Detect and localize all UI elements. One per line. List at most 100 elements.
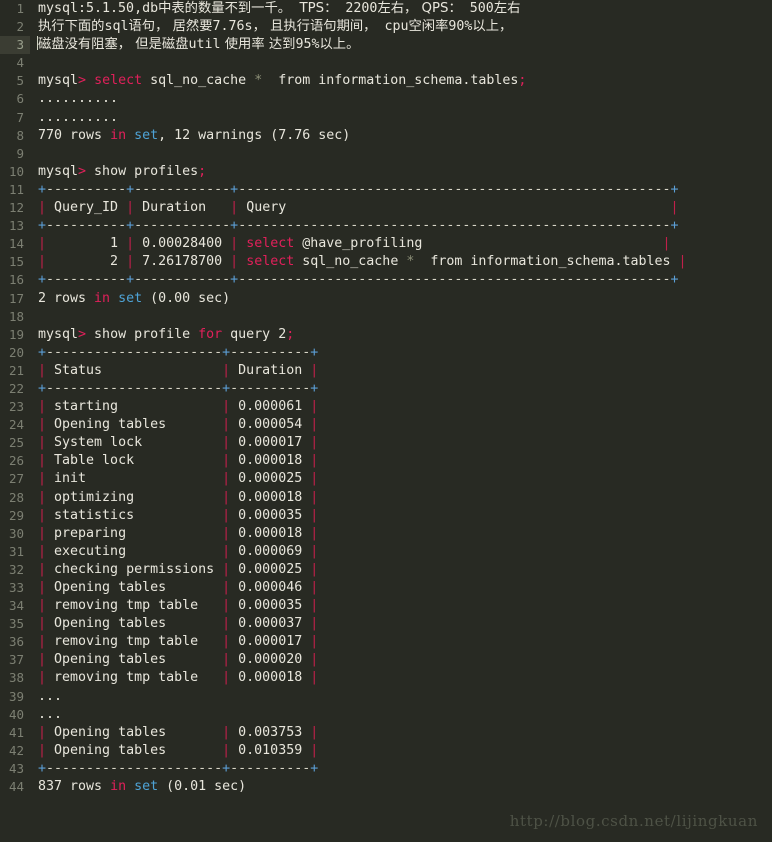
code-token: |: [222, 525, 231, 541]
editor-line[interactable]: 33 | Opening tables | 0.000046 |: [0, 579, 772, 598]
editor-line[interactable]: 16 +----------+------------+-------------…: [0, 271, 772, 290]
editor-line[interactable]: 21 | Status | Duration |: [0, 361, 772, 380]
editor-line[interactable]: 38 | removing tmp table | 0.000018 |: [0, 669, 772, 688]
code-token: |: [222, 362, 231, 378]
editor-line[interactable]: 20 +----------------------+----------+: [0, 343, 772, 362]
code-token: from information_schema.tables: [414, 254, 679, 270]
editor-line[interactable]: 17 2 rows in set (0.00 sec): [0, 289, 772, 308]
code-token: ------------: [134, 218, 231, 234]
code-token: ----------: [46, 181, 127, 197]
code-token: |: [310, 598, 319, 614]
editor-line[interactable]: 29 | statistics | 0.000035 |: [0, 506, 772, 525]
code-token: Status: [46, 362, 223, 378]
code-token: sql_no_cache: [142, 73, 255, 89]
editor-line[interactable]: 25 | System lock | 0.000017 |: [0, 434, 772, 453]
editor-line[interactable]: 13 +----------+------------+-------------…: [0, 217, 772, 236]
code-token: removing tmp table: [46, 634, 223, 650]
code-token: |: [38, 435, 47, 451]
code-token: |: [230, 200, 239, 216]
code-token: |: [310, 507, 319, 523]
editor-line[interactable]: 10 mysql> show profiles;: [0, 162, 772, 181]
line-content: ...: [30, 706, 772, 724]
code-token: 0.000025: [230, 471, 311, 487]
line-content: ...: [30, 688, 772, 706]
editor-line[interactable]: 14 | 1 | 0.00028400 | select @have_profil…: [0, 235, 772, 254]
code-token: ;: [518, 73, 527, 89]
line-content: | checking permissions | 0.000025 |: [30, 561, 772, 579]
editor-line[interactable]: 34 | removing tmp table | 0.000035 |: [0, 597, 772, 616]
editor-line[interactable]: 1 mysql:5.1.50,db中表的数量不到一千。 TPS： 2200左右， …: [0, 0, 772, 19]
editor-line[interactable]: 22 +----------------------+----------+: [0, 379, 772, 399]
code-token: Query_ID: [46, 200, 127, 216]
editor-line[interactable]: 9: [0, 144, 772, 163]
code-token: +: [310, 380, 319, 396]
editor-line[interactable]: 30 | preparing | 0.000018 |: [0, 524, 772, 543]
line-number: 30: [0, 524, 30, 543]
editor-line[interactable]: 44 837 rows in set (0.01 sec): [0, 778, 772, 797]
code-editor-pane[interactable]: 1 mysql:5.1.50,db中表的数量不到一千。 TPS： 2200左右， …: [0, 0, 772, 842]
editor-line[interactable]: 8 770 rows in set, 12 warnings (7.76 sec): [0, 126, 772, 145]
editor-line[interactable]: 18: [0, 307, 772, 326]
code-token: 左右: [493, 1, 521, 16]
code-token: statistics: [46, 507, 223, 523]
editor-line[interactable]: 19 mysql> show profile for query 2;: [0, 325, 772, 344]
editor-line[interactable]: 24 | Opening tables | 0.000054 |: [0, 416, 772, 435]
code-token: 空闲率: [408, 19, 449, 35]
code-token: 0.000018: [230, 489, 311, 505]
editor-line[interactable]: 39...: [0, 687, 772, 706]
code-token: |: [126, 236, 135, 252]
line-number: 20: [0, 343, 30, 362]
code-token: |: [222, 507, 231, 523]
code-token: starting: [46, 399, 223, 415]
editor-line[interactable]: 11 +----------+------------+-------------…: [0, 180, 772, 200]
code-token: Opening tables: [46, 580, 223, 595]
editor-line[interactable]: 2 执行下面的sql语句， 居然要7.76s， 且执行语句期间， cpu空闲率90…: [0, 18, 772, 37]
editor-line[interactable]: 4: [0, 54, 772, 73]
code-token: |: [38, 417, 47, 433]
editor-line[interactable]: 3 磁盘没有阻塞， 但是磁盘util 使用率 达到95%以上。: [0, 36, 772, 55]
editor-line[interactable]: 37 | Opening tables | 0.000020 |: [0, 651, 772, 670]
editor-line[interactable]: 28 | optimizing | 0.000018 |: [0, 488, 772, 507]
code-token: 0.000017: [230, 435, 311, 451]
editor-line[interactable]: 35 | Opening tables | 0.000037 |: [0, 615, 772, 634]
editor-line[interactable]: 12 | Query_ID | Duration | Query |: [0, 199, 772, 218]
code-token: +: [230, 181, 239, 197]
code-token: mysql:5.1.50,db: [38, 1, 159, 16]
editor-line[interactable]: 27 | init | 0.000025 |: [0, 470, 772, 489]
editor-line[interactable]: 5 mysql> select sql_no_cache * from infor…: [0, 72, 772, 91]
code-token: executing: [46, 543, 223, 559]
line-number: 28: [0, 488, 30, 507]
line-content: | preparing | 0.000018 |: [30, 525, 772, 543]
code-token: in: [94, 290, 111, 306]
code-token: +: [670, 272, 679, 288]
editor-line[interactable]: 7..........: [0, 108, 772, 127]
editor-line[interactable]: 42 | Opening tables | 0.010359 |: [0, 741, 772, 760]
code-token: |: [38, 652, 47, 668]
editor-line[interactable]: 36 | removing tmp table | 0.000017 |: [0, 633, 772, 652]
line-number: 1: [0, 0, 30, 19]
line-content: | statistics | 0.000035 |: [30, 507, 772, 525]
editor-line[interactable]: 6..........: [0, 90, 772, 109]
editor-line[interactable]: 23 | starting | 0.000061 |: [0, 398, 772, 417]
code-token: 7.26178700: [134, 254, 231, 270]
editor-line[interactable]: 43 +----------------------+----------+: [0, 759, 772, 779]
line-content: mysql:5.1.50,db中表的数量不到一千。 TPS： 2200左右， Q…: [30, 0, 772, 18]
editor-line[interactable]: 31 | executing | 0.000069 |: [0, 542, 772, 561]
code-token: ..........: [38, 91, 119, 107]
line-number: 27: [0, 470, 30, 489]
editor-line[interactable]: 32 | checking permissions | 0.000025 |: [0, 560, 772, 579]
editor-line[interactable]: 41 | Opening tables | 0.003753 |: [0, 723, 772, 742]
code-token: +: [222, 344, 231, 360]
code-token: |: [310, 489, 319, 505]
code-token: 95%: [295, 37, 320, 53]
line-number: 24: [0, 416, 30, 435]
editor-line[interactable]: 26 | Table lock | 0.000018 |: [0, 452, 772, 471]
editor-line[interactable]: 15 | 2 | 7.26178700 | select sql_no_cache…: [0, 253, 772, 272]
editor-lines-container: 1 mysql:5.1.50,db中表的数量不到一千。 TPS： 2200左右， …: [0, 0, 772, 797]
code-token: util: [188, 37, 221, 53]
editor-line[interactable]: 40...: [0, 705, 772, 724]
code-token: |: [126, 200, 135, 216]
code-token: ;: [198, 163, 207, 179]
